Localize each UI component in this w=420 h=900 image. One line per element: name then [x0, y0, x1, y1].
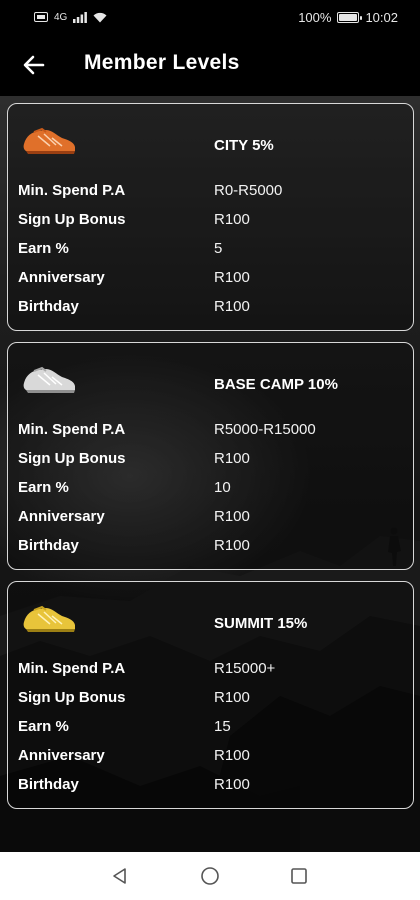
- row-label: Min. Spend P.A: [18, 182, 126, 199]
- row-value: R100: [214, 508, 250, 525]
- row-value: R100: [214, 298, 250, 315]
- birthday-row: Birthday R100: [18, 776, 408, 802]
- clock: 10:02: [365, 9, 398, 25]
- row-label: Birthday: [18, 298, 79, 315]
- row-value: R100: [214, 689, 250, 706]
- member-levels-list[interactable]: CITY 5% Min. Spend P.A R0-R5000 Sign Up …: [0, 96, 420, 852]
- row-label: Min. Spend P.A: [18, 660, 126, 677]
- app-header: Member Levels: [0, 34, 420, 96]
- earn-percent-row: Earn % 15: [18, 718, 408, 744]
- row-value: R100: [214, 776, 250, 793]
- sign-up-bonus-row: Sign Up Bonus R100: [18, 211, 408, 237]
- birthday-row: Birthday R100: [18, 298, 408, 324]
- tier-title: CITY 5%: [214, 137, 274, 154]
- battery-percent: 100%: [298, 9, 332, 25]
- row-value: 10: [214, 479, 231, 496]
- sign-up-bonus-row: Sign Up Bonus R100: [18, 689, 408, 715]
- system-nav-bar: [0, 852, 420, 900]
- tier-card-base-camp: BASE CAMP 10% Min. Spend P.A R5000-R1500…: [7, 342, 414, 570]
- signal-icon: [73, 11, 88, 23]
- row-value: R100: [214, 269, 250, 286]
- row-label: Birthday: [18, 537, 79, 554]
- row-label: Sign Up Bonus: [18, 450, 126, 467]
- tier-card-city: CITY 5% Min. Spend P.A R0-R5000 Sign Up …: [7, 103, 414, 331]
- white-shoe-icon: [23, 366, 75, 393]
- row-value: R100: [214, 450, 250, 467]
- row-label: Earn %: [18, 240, 69, 257]
- row-value: R15000+: [214, 660, 276, 677]
- anniversary-row: Anniversary R100: [18, 747, 408, 773]
- row-label: Birthday: [18, 776, 79, 793]
- nav-recents-button[interactable]: [287, 864, 311, 888]
- row-label: Min. Spend P.A: [18, 421, 126, 438]
- birthday-row: Birthday R100: [18, 537, 408, 563]
- nav-back-button[interactable]: [108, 864, 132, 888]
- circle-home-icon: [201, 867, 219, 885]
- min-spend-row: Min. Spend P.A R0-R5000: [18, 182, 408, 208]
- sim-icon: [34, 12, 48, 22]
- row-value: 15: [214, 718, 231, 735]
- status-icons-right: 100% 10:02: [298, 10, 398, 25]
- status-icons-left: 4G: [34, 11, 107, 23]
- arrow-left-icon: [23, 55, 45, 75]
- row-value: R5000-R15000: [214, 421, 316, 438]
- min-spend-row: Min. Spend P.A R5000-R15000: [18, 421, 408, 447]
- earn-percent-row: Earn % 5: [18, 240, 408, 266]
- min-spend-row: Min. Spend P.A R15000+: [18, 660, 408, 686]
- square-recents-icon: [291, 868, 307, 884]
- row-label: Earn %: [18, 479, 69, 496]
- row-label: Anniversary: [18, 508, 105, 525]
- row-value: R100: [214, 211, 250, 228]
- anniversary-row: Anniversary R100: [18, 269, 408, 295]
- sign-up-bonus-row: Sign Up Bonus R100: [18, 450, 408, 476]
- tier-card-summit: SUMMIT 15% Min. Spend P.A R15000+ Sign U…: [7, 581, 414, 809]
- status-bar: 4G 100% 10:02: [0, 0, 420, 34]
- tier-title: BASE CAMP 10%: [214, 376, 338, 393]
- earn-percent-row: Earn % 10: [18, 479, 408, 505]
- yellow-shoe-icon: [23, 605, 75, 632]
- network-type: 4G: [54, 11, 68, 23]
- row-value: R0-R5000: [214, 182, 283, 199]
- row-label: Earn %: [18, 718, 69, 735]
- battery-icon: [337, 11, 363, 23]
- orange-shoe-icon: [23, 127, 75, 154]
- row-label: Anniversary: [18, 747, 105, 764]
- page-title: Member Levels: [84, 51, 240, 74]
- wifi-icon: [93, 12, 107, 22]
- row-value: R100: [214, 747, 250, 764]
- row-value: R100: [214, 537, 250, 554]
- row-value: 5: [214, 240, 223, 257]
- triangle-back-icon: [113, 868, 126, 884]
- row-label: Sign Up Bonus: [18, 211, 126, 228]
- tier-title: SUMMIT 15%: [214, 615, 308, 632]
- anniversary-row: Anniversary R100: [18, 508, 408, 534]
- nav-home-button[interactable]: [198, 864, 222, 888]
- row-label: Sign Up Bonus: [18, 689, 126, 706]
- row-label: Anniversary: [18, 269, 105, 286]
- back-button[interactable]: [20, 52, 48, 78]
